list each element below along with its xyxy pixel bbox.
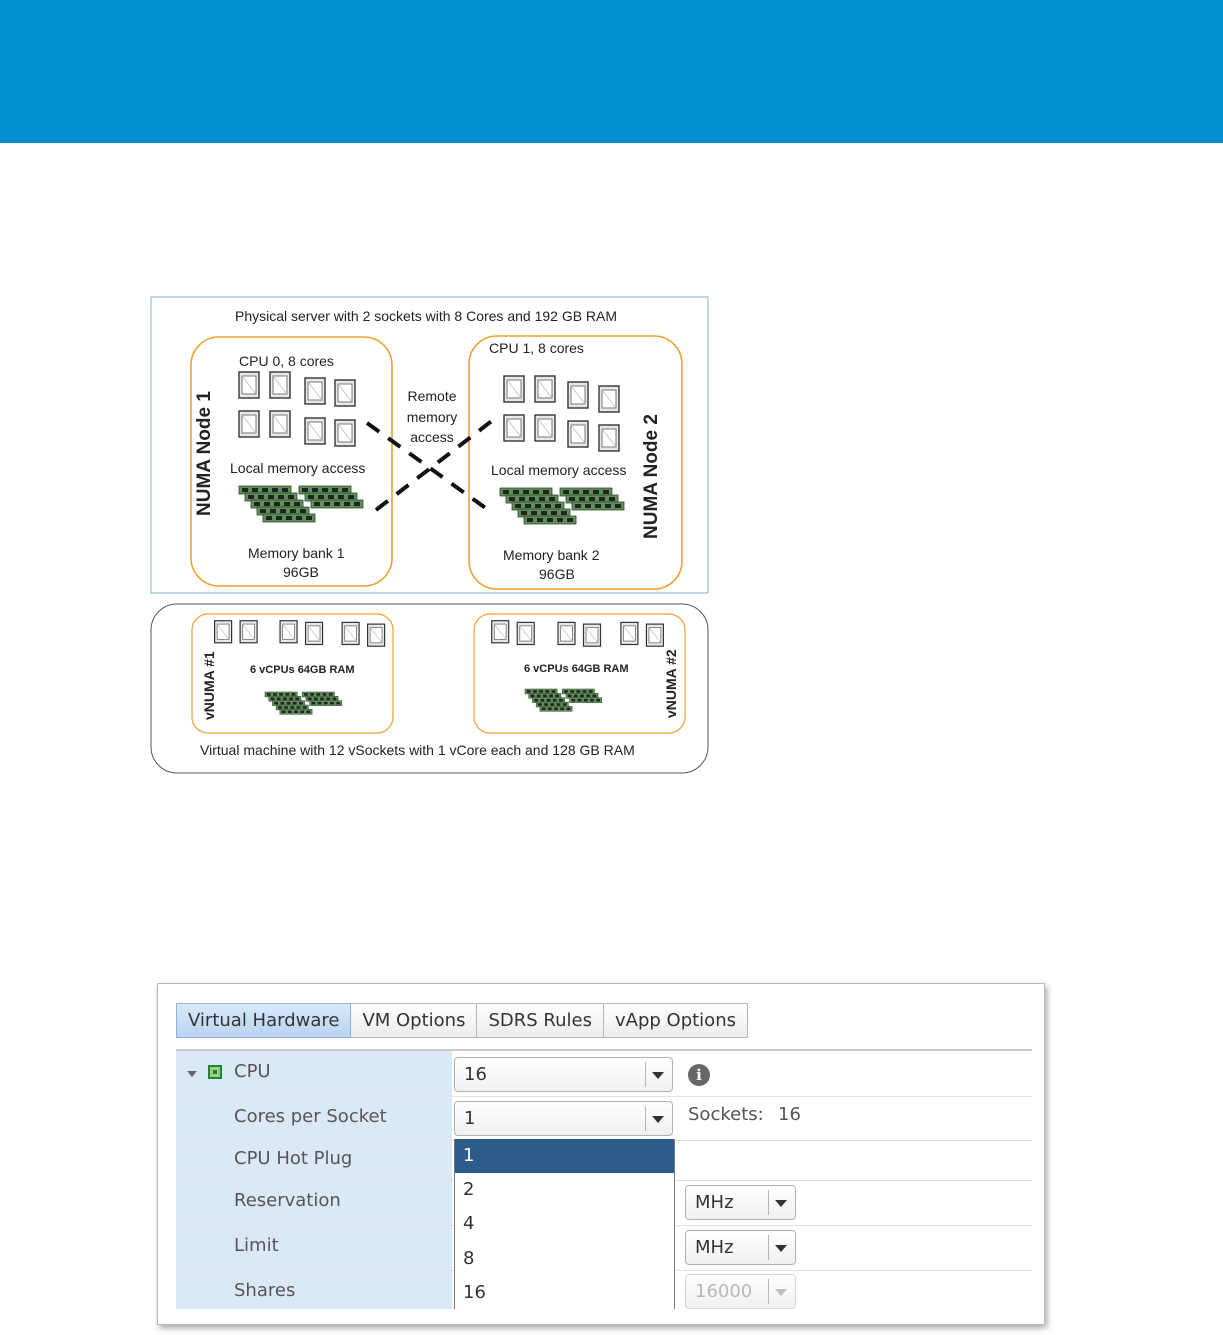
remote-label-line1: Remote: [407, 388, 457, 404]
chevron-down-icon[interactable]: [652, 1072, 664, 1079]
limit-unit-select[interactable]: MHz: [685, 1230, 796, 1265]
settings-tabs: Virtual Hardware VM Options SDRS Rules v…: [176, 1003, 748, 1038]
node1-bank-label: Memory bank 1: [248, 545, 345, 561]
cpu-count-select[interactable]: 16: [454, 1057, 673, 1092]
vnuma1-spec: 6 vCPUs 64GB RAM: [250, 664, 355, 676]
node2-bank-label: Memory bank 2: [503, 547, 600, 563]
dropdown-option[interactable]: 16: [455, 1276, 674, 1310]
shares-value-select: 16000: [685, 1274, 796, 1309]
option-label: 4: [463, 1213, 475, 1234]
chevron-down-icon[interactable]: [775, 1200, 787, 1207]
reservation-label: Reservation: [234, 1190, 341, 1211]
node1-bank-size: 96GB: [283, 564, 319, 580]
cores-per-socket-value: 1: [464, 1108, 476, 1129]
vnuma1-title: vNUMA #1: [201, 651, 217, 720]
option-label: 16: [463, 1282, 486, 1303]
node1-local-access-label: Local memory access: [230, 460, 366, 476]
numa-node2-title: NUMA Node 2: [641, 414, 662, 539]
vnuma2-spec: 6 vCPUs 64GB RAM: [524, 663, 629, 675]
dropdown-option[interactable]: 8: [455, 1242, 674, 1276]
combo-separator: [645, 1106, 646, 1131]
cpu-chip-icon: [208, 1065, 222, 1079]
shares-value: 16000: [695, 1281, 753, 1302]
diagram-canvas: [150, 296, 709, 774]
vm-settings-panel: Virtual Hardware VM Options SDRS Rules v…: [157, 983, 1045, 1325]
chevron-down-icon: [775, 1289, 787, 1296]
combo-separator: [645, 1062, 646, 1087]
cores-per-socket-select[interactable]: 1: [454, 1101, 673, 1136]
option-label: 8: [463, 1248, 475, 1269]
vm-caption: Virtual machine with 12 vSockets with 1 …: [200, 742, 635, 758]
tab-vm-options[interactable]: VM Options: [351, 1003, 478, 1038]
row-divider: [176, 1096, 1032, 1097]
cores-per-socket-label: Cores per Socket: [234, 1106, 387, 1127]
node2-cpu-label: CPU 1, 8 cores: [489, 340, 584, 356]
remote-label-line2: memory: [406, 409, 458, 425]
dropdown-option[interactable]: 4: [455, 1207, 674, 1241]
reservation-unit-select[interactable]: MHz: [685, 1185, 796, 1220]
numa-diagram: Physical server with 2 sockets with 8 Co…: [150, 296, 710, 776]
tab-vapp-options[interactable]: vApp Options: [603, 1003, 748, 1038]
option-label: 1: [463, 1145, 475, 1166]
chevron-down-icon[interactable]: [775, 1245, 787, 1252]
combo-separator: [768, 1190, 769, 1215]
sockets-label: Sockets:: [688, 1104, 764, 1125]
cores-per-socket-dropdown: 1 2 4 8 16: [454, 1139, 675, 1309]
combo-separator: [768, 1279, 769, 1304]
chevron-down-icon[interactable]: [652, 1116, 664, 1123]
limit-label: Limit: [234, 1235, 279, 1256]
info-icon[interactable]: i: [688, 1064, 710, 1086]
node2-local-access-label: Local memory access: [491, 462, 627, 478]
header-band: [0, 0, 1223, 143]
physical-server-caption: Physical server with 2 sockets with 8 Co…: [235, 308, 618, 324]
expand-cpu-icon[interactable]: [187, 1071, 197, 1077]
limit-unit-value: MHz: [695, 1237, 734, 1258]
tab-virtual-hardware[interactable]: Virtual Hardware: [176, 1003, 352, 1038]
remote-label-line3: access: [410, 429, 454, 445]
numa-node1-title: NUMA Node 1: [194, 391, 215, 516]
dropdown-option[interactable]: 2: [455, 1173, 674, 1207]
option-label: 2: [463, 1179, 475, 1200]
reservation-unit-value: MHz: [695, 1192, 734, 1213]
combo-separator: [768, 1235, 769, 1260]
cpu-hot-plug-label: CPU Hot Plug: [234, 1148, 353, 1169]
dropdown-option[interactable]: 1: [455, 1139, 674, 1173]
vnuma2-title: vNUMA #2: [663, 649, 679, 718]
sockets-value: 16: [778, 1104, 801, 1125]
node2-bank-size: 96GB: [539, 566, 575, 582]
cpu-label: CPU: [234, 1061, 271, 1082]
cpu-count-value: 16: [464, 1064, 487, 1085]
shares-label: Shares: [234, 1280, 296, 1301]
tab-sdrs-rules[interactable]: SDRS Rules: [477, 1003, 604, 1038]
node1-cpu-label: CPU 0, 8 cores: [239, 353, 334, 369]
